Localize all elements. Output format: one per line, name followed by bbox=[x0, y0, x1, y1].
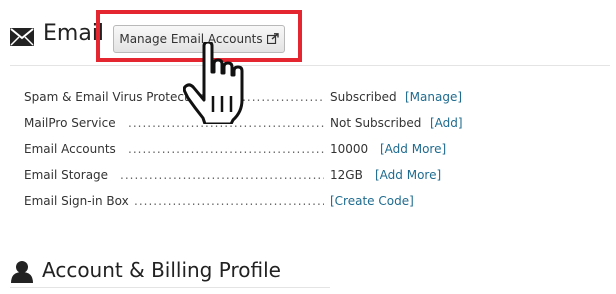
row-label: Email Sign-in Box bbox=[24, 194, 129, 208]
dotted-leader: ........................................… bbox=[134, 194, 324, 208]
user-icon bbox=[11, 261, 33, 283]
add-more-storage-link[interactable]: [Add More] bbox=[375, 165, 441, 185]
list-item-email-storage: Email Storage ..........................… bbox=[24, 165, 584, 191]
dotted-leader: ........................................… bbox=[128, 142, 324, 156]
create-code-link[interactable]: [Create Code] bbox=[330, 191, 414, 211]
account-section-title: Account & Billing Profile bbox=[42, 258, 281, 282]
row-value: Subscribed bbox=[330, 90, 397, 104]
row-value: 10000 bbox=[330, 142, 369, 156]
row-label: Email Accounts bbox=[24, 142, 116, 156]
row-label: Spam & Email Virus Protection bbox=[24, 90, 207, 104]
row-value: 12GB bbox=[330, 168, 363, 182]
list-item-email-accounts: Email Accounts .........................… bbox=[24, 139, 584, 165]
add-more-accounts-link[interactable]: [Add More] bbox=[380, 139, 446, 159]
row-label: MailPro Service bbox=[24, 116, 116, 130]
dotted-leader: ........................................… bbox=[120, 168, 324, 182]
list-item-mailpro: MailPro Service ........................… bbox=[24, 113, 584, 139]
row-label: Email Storage bbox=[24, 168, 109, 182]
list-item-sign-in-box: Email Sign-in Box ......................… bbox=[24, 191, 584, 217]
row-value: Not Subscribed bbox=[330, 116, 422, 130]
hand-pointer-cursor-icon bbox=[183, 42, 244, 124]
email-section-header: Email Manage Email Accounts bbox=[0, 0, 616, 70]
email-section-title: Email bbox=[43, 21, 105, 46]
section-divider bbox=[10, 65, 610, 66]
list-item-spam-protection: Spam & Email Virus Protection ..........… bbox=[24, 87, 584, 113]
envelope-icon bbox=[10, 28, 34, 46]
add-link[interactable]: [Add] bbox=[430, 113, 463, 133]
email-service-list: Spam & Email Virus Protection ..........… bbox=[24, 87, 584, 217]
manage-link[interactable]: [Manage] bbox=[405, 87, 462, 107]
section-divider bbox=[10, 287, 330, 288]
